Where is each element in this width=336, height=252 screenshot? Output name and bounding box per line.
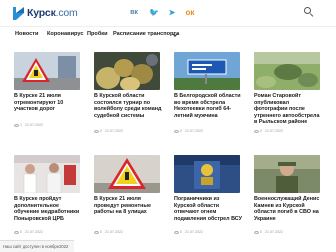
article-date: 21.07.2022 xyxy=(105,230,123,234)
nav-item-transport-schedule[interactable]: Расписание транспорта xyxy=(113,31,179,38)
views-icon xyxy=(94,230,99,234)
logo-icon xyxy=(13,6,25,20)
ad-badge[interactable]: Наш сайт доступен в ноябре2022 xyxy=(0,240,74,252)
main-nav: Новости Коронавирус Пробки Расписание тр… xyxy=(0,26,336,40)
views-count: 0 xyxy=(100,230,102,234)
article-meta: 0 21.07.2022 xyxy=(174,128,240,134)
views-count: 0 xyxy=(100,129,102,133)
views-icon xyxy=(174,230,179,234)
article-meta: 1 21.07.2022 xyxy=(14,122,80,128)
views-icon xyxy=(14,230,19,234)
article-date: 21.07.2022 xyxy=(265,129,283,133)
logo-domain: .com xyxy=(55,7,78,19)
views-icon xyxy=(174,129,179,133)
article-card[interactable]: Пограничники из Курской области отвечают… xyxy=(174,155,242,252)
article-meta: 0 21.07.2022 xyxy=(254,128,320,134)
article-title[interactable]: В Курске 21 июля проведут ремонтные рабо… xyxy=(94,196,162,216)
article-title[interactable]: Роман Старовойт опубликовал фотографии п… xyxy=(254,93,322,126)
nav-item-coronavirus[interactable]: Коронавирус xyxy=(47,31,83,38)
views-count: 0 xyxy=(260,129,262,133)
logo-name: Курск xyxy=(27,7,56,19)
site-logo[interactable]: Курск.com xyxy=(13,6,78,20)
nav-item-traffic[interactable]: Пробки xyxy=(87,31,108,38)
views-count: 0 xyxy=(20,230,22,234)
article-title[interactable]: В Курске пройдут дополнительное обучение… xyxy=(14,196,82,222)
article-card[interactable]: В Курске пройдут дополнительное обучение… xyxy=(14,155,80,252)
article-image-roadwork[interactable] xyxy=(14,52,80,90)
article-card[interactable]: В Курске 21 июля проведут ремонтные рабо… xyxy=(94,155,160,252)
odnoklassniki-icon[interactable]: ок xyxy=(185,8,195,18)
views-count: 1 xyxy=(20,123,22,127)
article-title[interactable]: В Курской области состоялся турнир по во… xyxy=(94,93,162,119)
article-meta: 0 21.07.2022 xyxy=(94,229,160,235)
article-date: 21.07.2022 xyxy=(185,230,203,234)
views-icon xyxy=(254,230,259,234)
article-title[interactable]: В Белгородской области во время обстрела… xyxy=(174,93,242,119)
article-image-volleyball[interactable] xyxy=(94,52,160,90)
article-image-road-sign[interactable] xyxy=(174,52,240,90)
article-date: 21.07.2022 xyxy=(185,129,203,133)
views-icon xyxy=(14,123,19,127)
article-date: 21.07.2022 xyxy=(265,230,283,234)
article-meta: 0 21.07.2022 xyxy=(254,229,320,235)
article-meta: 0 21.07.2022 xyxy=(14,229,80,235)
site-header: Курск.com вк 🐦 ➤ ок xyxy=(0,0,336,26)
article-image-border-guards[interactable] xyxy=(174,155,240,193)
views-count: 0 xyxy=(180,230,182,234)
article-image-medical-workers[interactable] xyxy=(14,155,80,193)
nav-item-news[interactable]: Новости xyxy=(15,31,38,38)
article-image-soldier-portrait[interactable] xyxy=(254,155,320,193)
article-card[interactable]: В Курской области состоялся турнир по во… xyxy=(94,52,162,136)
vk-icon[interactable]: вк xyxy=(128,8,140,18)
article-card[interactable]: Роман Старовойт опубликовал фотографии п… xyxy=(254,52,320,136)
logo-text: Курск.com xyxy=(27,7,78,19)
telegram-icon[interactable]: ➤ xyxy=(167,8,177,18)
article-title[interactable]: В Курске 21 июля отремонтируют 10 участк… xyxy=(14,93,82,113)
views-count: 0 xyxy=(260,230,262,234)
article-meta: 0 21.07.2022 xyxy=(174,229,240,235)
article-date: 21.07.2022 xyxy=(25,123,43,127)
article-date: 21.07.2022 xyxy=(105,129,123,133)
article-date: 21.07.2022 xyxy=(25,230,43,234)
article-image-roadwork-sign[interactable] xyxy=(94,155,160,193)
views-icon xyxy=(254,129,259,133)
article-image-damaged-field[interactable] xyxy=(254,52,320,90)
article-card[interactable]: Военнослужащий Денис Камнев из Курской о… xyxy=(254,155,320,252)
search-icon[interactable] xyxy=(304,7,314,18)
article-card[interactable]: В Курске 21 июля отремонтируют 10 участк… xyxy=(14,52,80,136)
article-title[interactable]: Военнослужащий Денис Камнев из Курской о… xyxy=(254,196,322,222)
views-count: 0 xyxy=(180,129,182,133)
article-title[interactable]: Пограничники из Курской области отвечают… xyxy=(174,196,242,222)
article-meta: 0 21.07.2022 xyxy=(94,128,160,134)
twitter-icon[interactable]: 🐦 xyxy=(149,8,159,18)
article-card[interactable]: В Белгородской области во время обстрела… xyxy=(174,52,242,136)
views-icon xyxy=(94,129,99,133)
